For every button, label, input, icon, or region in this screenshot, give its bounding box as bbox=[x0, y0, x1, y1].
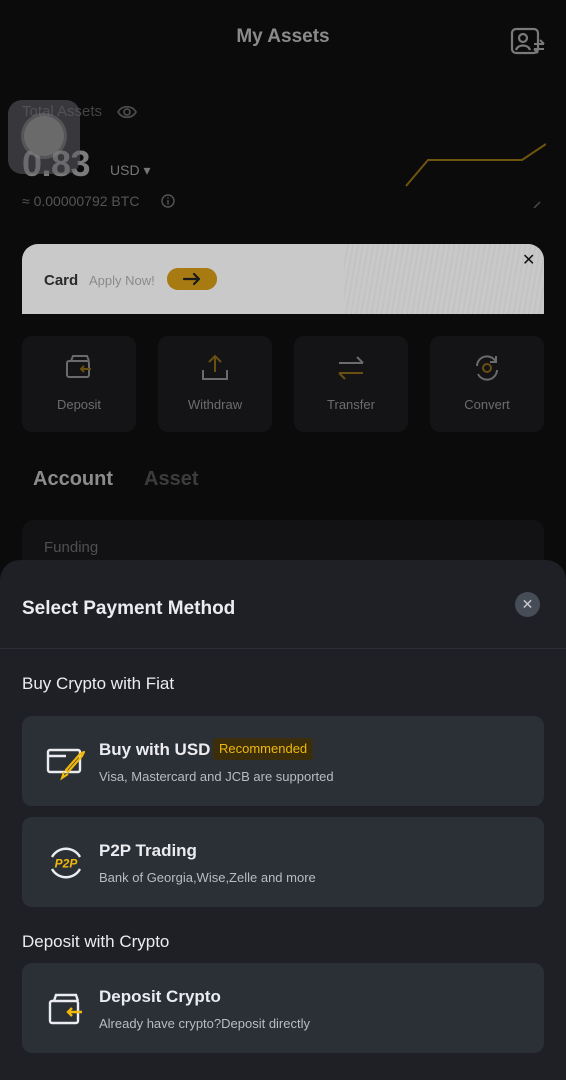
convert-button[interactable]: Convert bbox=[430, 336, 544, 432]
card-rocket-icon bbox=[46, 748, 86, 781]
fiat-section-heading: Buy Crypto with Fiat bbox=[22, 674, 175, 693]
assistive-touch-dot[interactable] bbox=[24, 116, 64, 156]
banner-pattern bbox=[344, 244, 544, 314]
tab-asset[interactable]: Asset bbox=[144, 468, 198, 491]
option-title: Deposit Crypto bbox=[99, 987, 221, 1006]
option-subtitle: Bank of Georgia,Wise,Zelle and more bbox=[99, 870, 316, 885]
close-button[interactable]: ✕ bbox=[515, 592, 540, 617]
banner-card-label: Card bbox=[44, 272, 79, 289]
withdraw-icon bbox=[202, 354, 228, 380]
transfer-button[interactable]: Transfer bbox=[294, 336, 408, 432]
p2p-trading-option[interactable]: P2P P2P Trading Bank of Georgia,Wise,Zel… bbox=[22, 817, 544, 907]
sheet-title: Select Payment Method bbox=[22, 598, 236, 619]
arrow-right-icon[interactable] bbox=[167, 268, 217, 290]
banner-apply-label[interactable]: Apply Now! bbox=[89, 273, 155, 288]
deposit-icon bbox=[66, 355, 91, 378]
p2p-icon: P2P bbox=[50, 847, 82, 879]
divider bbox=[0, 648, 566, 649]
transfer-label: Transfer bbox=[327, 397, 375, 412]
buy-with-usd-option[interactable]: Buy with USD Recommended Visa, Mastercar… bbox=[22, 716, 544, 806]
payment-method-sheet: Select Payment Method ✕ Buy Crypto with … bbox=[0, 560, 566, 1080]
deposit-label: Deposit bbox=[56, 397, 102, 412]
btc-equivalent: ≈ 0.00000792 BTC bbox=[22, 193, 140, 209]
option-subtitle: Already have crypto?Deposit directly bbox=[99, 1016, 310, 1031]
crypto-section-heading: Deposit with Crypto bbox=[22, 932, 170, 951]
banner-close-button[interactable]: ✕ bbox=[522, 250, 535, 270]
option-subtitle: Visa, Mastercard and JCB are supported bbox=[99, 769, 334, 784]
page-title: My Assets bbox=[236, 26, 330, 47]
option-title: P2P Trading bbox=[99, 841, 197, 860]
transfer-icon bbox=[338, 356, 364, 380]
wallet-deposit-icon bbox=[48, 993, 82, 1025]
convert-label: Convert bbox=[464, 397, 510, 412]
recommended-badge: Recommended bbox=[213, 738, 314, 760]
tab-account[interactable]: Account bbox=[33, 468, 113, 491]
withdraw-button[interactable]: Withdraw bbox=[158, 336, 272, 432]
eye-icon[interactable] bbox=[117, 103, 137, 121]
option-title: Buy with USD bbox=[99, 740, 211, 759]
deposit-button[interactable]: Deposit bbox=[22, 336, 136, 432]
convert-icon bbox=[476, 355, 498, 381]
withdraw-label: Withdraw bbox=[187, 397, 243, 412]
info-icon[interactable] bbox=[161, 194, 175, 208]
funding-label: Funding bbox=[44, 539, 99, 556]
deposit-crypto-option[interactable]: Deposit Crypto Already have crypto?Depos… bbox=[22, 963, 544, 1053]
profile-switch-icon[interactable] bbox=[510, 26, 546, 58]
svg-text:P2P: P2P bbox=[55, 857, 79, 871]
currency-selector[interactable]: USD ▾ bbox=[110, 162, 150, 179]
pnl-sparkline bbox=[405, 143, 546, 208]
card-promo-banner[interactable]: Card Apply Now! ✕ bbox=[22, 244, 544, 314]
